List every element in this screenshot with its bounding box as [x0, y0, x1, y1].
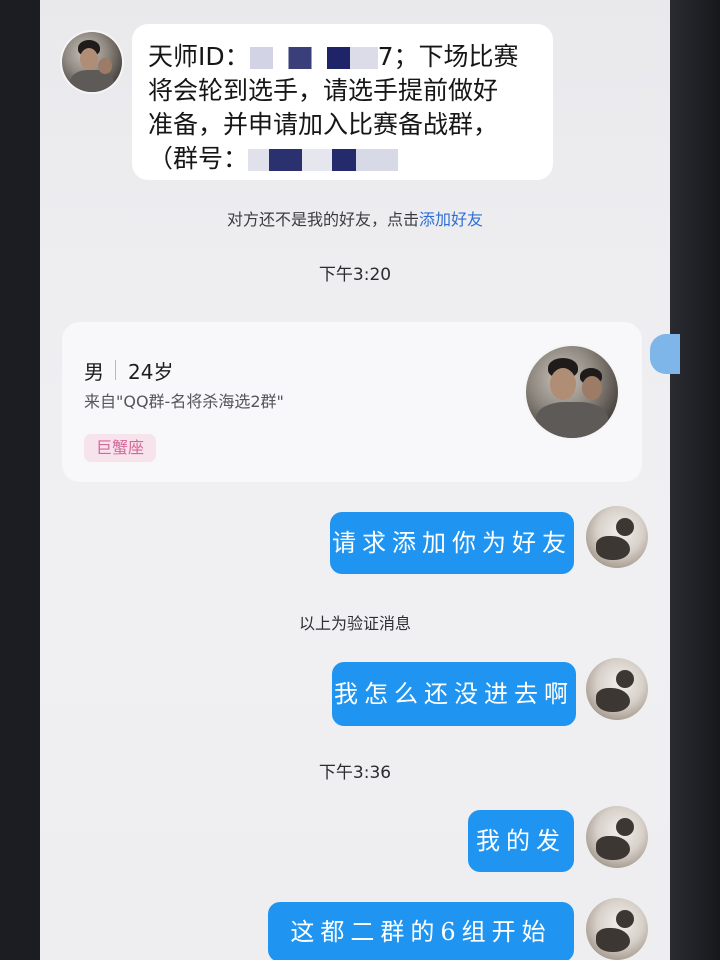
message-line-2: 将会轮到选手，请选手提前做好 — [148, 76, 499, 105]
divider — [115, 360, 116, 380]
sent-message-bubble[interactable]: 我的发 — [468, 810, 574, 872]
my-avatar[interactable] — [586, 506, 648, 568]
zodiac-tag: 巨蟹座 — [84, 434, 157, 462]
device-bezel — [670, 0, 720, 960]
request-bubble[interactable]: 请求添加你为好友 — [330, 512, 574, 574]
notice-text: 对方还不是我的好友，点击 — [226, 210, 419, 229]
profile-avatar[interactable] — [526, 346, 618, 438]
gender-label: 男 — [84, 360, 104, 384]
add-friend-link[interactable]: 添加好友 — [419, 210, 483, 229]
redacted-block — [248, 149, 399, 171]
my-avatar[interactable] — [586, 658, 648, 720]
group-number-label: （群号： — [148, 144, 249, 173]
side-floating-button[interactable] — [650, 334, 680, 374]
my-avatar[interactable] — [586, 806, 648, 868]
message-line-1: 天师ID： 7；下场比赛 — [148, 40, 537, 74]
verification-note: 以上为验证消息 — [298, 614, 411, 633]
text-tail: ；下场比赛 — [393, 42, 519, 71]
sent-message-bubble[interactable]: 我怎么还没进去啊 — [332, 662, 576, 726]
text-prefix: 天师ID： — [148, 42, 250, 71]
message-line-4: （群号： — [148, 142, 537, 176]
my-avatar[interactable] — [586, 898, 648, 960]
friend-notice: 对方还不是我的好友，点击添加好友 — [40, 206, 670, 230]
source-label: 来自"QQ群-名将杀海选2群" — [84, 392, 284, 411]
profile-card[interactable]: 男 24岁 来自"QQ群-名将杀海选2群" 巨蟹座 — [62, 322, 642, 482]
sent-message-bubble[interactable]: 这都二群的6组开始了。 — [268, 902, 574, 960]
id-suffix: 7 — [377, 42, 394, 71]
contact-avatar[interactable] — [62, 32, 122, 92]
message-line-3: 准备，并申请加入比赛备战群， — [148, 110, 499, 139]
chat-screen: 天师ID： 7；下场比赛 将会轮到选手，请选手提前做好 准备，并申请加入比赛备战群… — [40, 0, 670, 960]
timestamp: 下午3:20 — [318, 265, 392, 285]
timestamp: 下午3:36 — [318, 763, 392, 783]
age-label: 24岁 — [128, 360, 174, 384]
redacted-block — [249, 47, 378, 69]
incoming-message-bubble[interactable]: 天师ID： 7；下场比赛 将会轮到选手，请选手提前做好 准备，并申请加入比赛备战群… — [132, 24, 553, 180]
